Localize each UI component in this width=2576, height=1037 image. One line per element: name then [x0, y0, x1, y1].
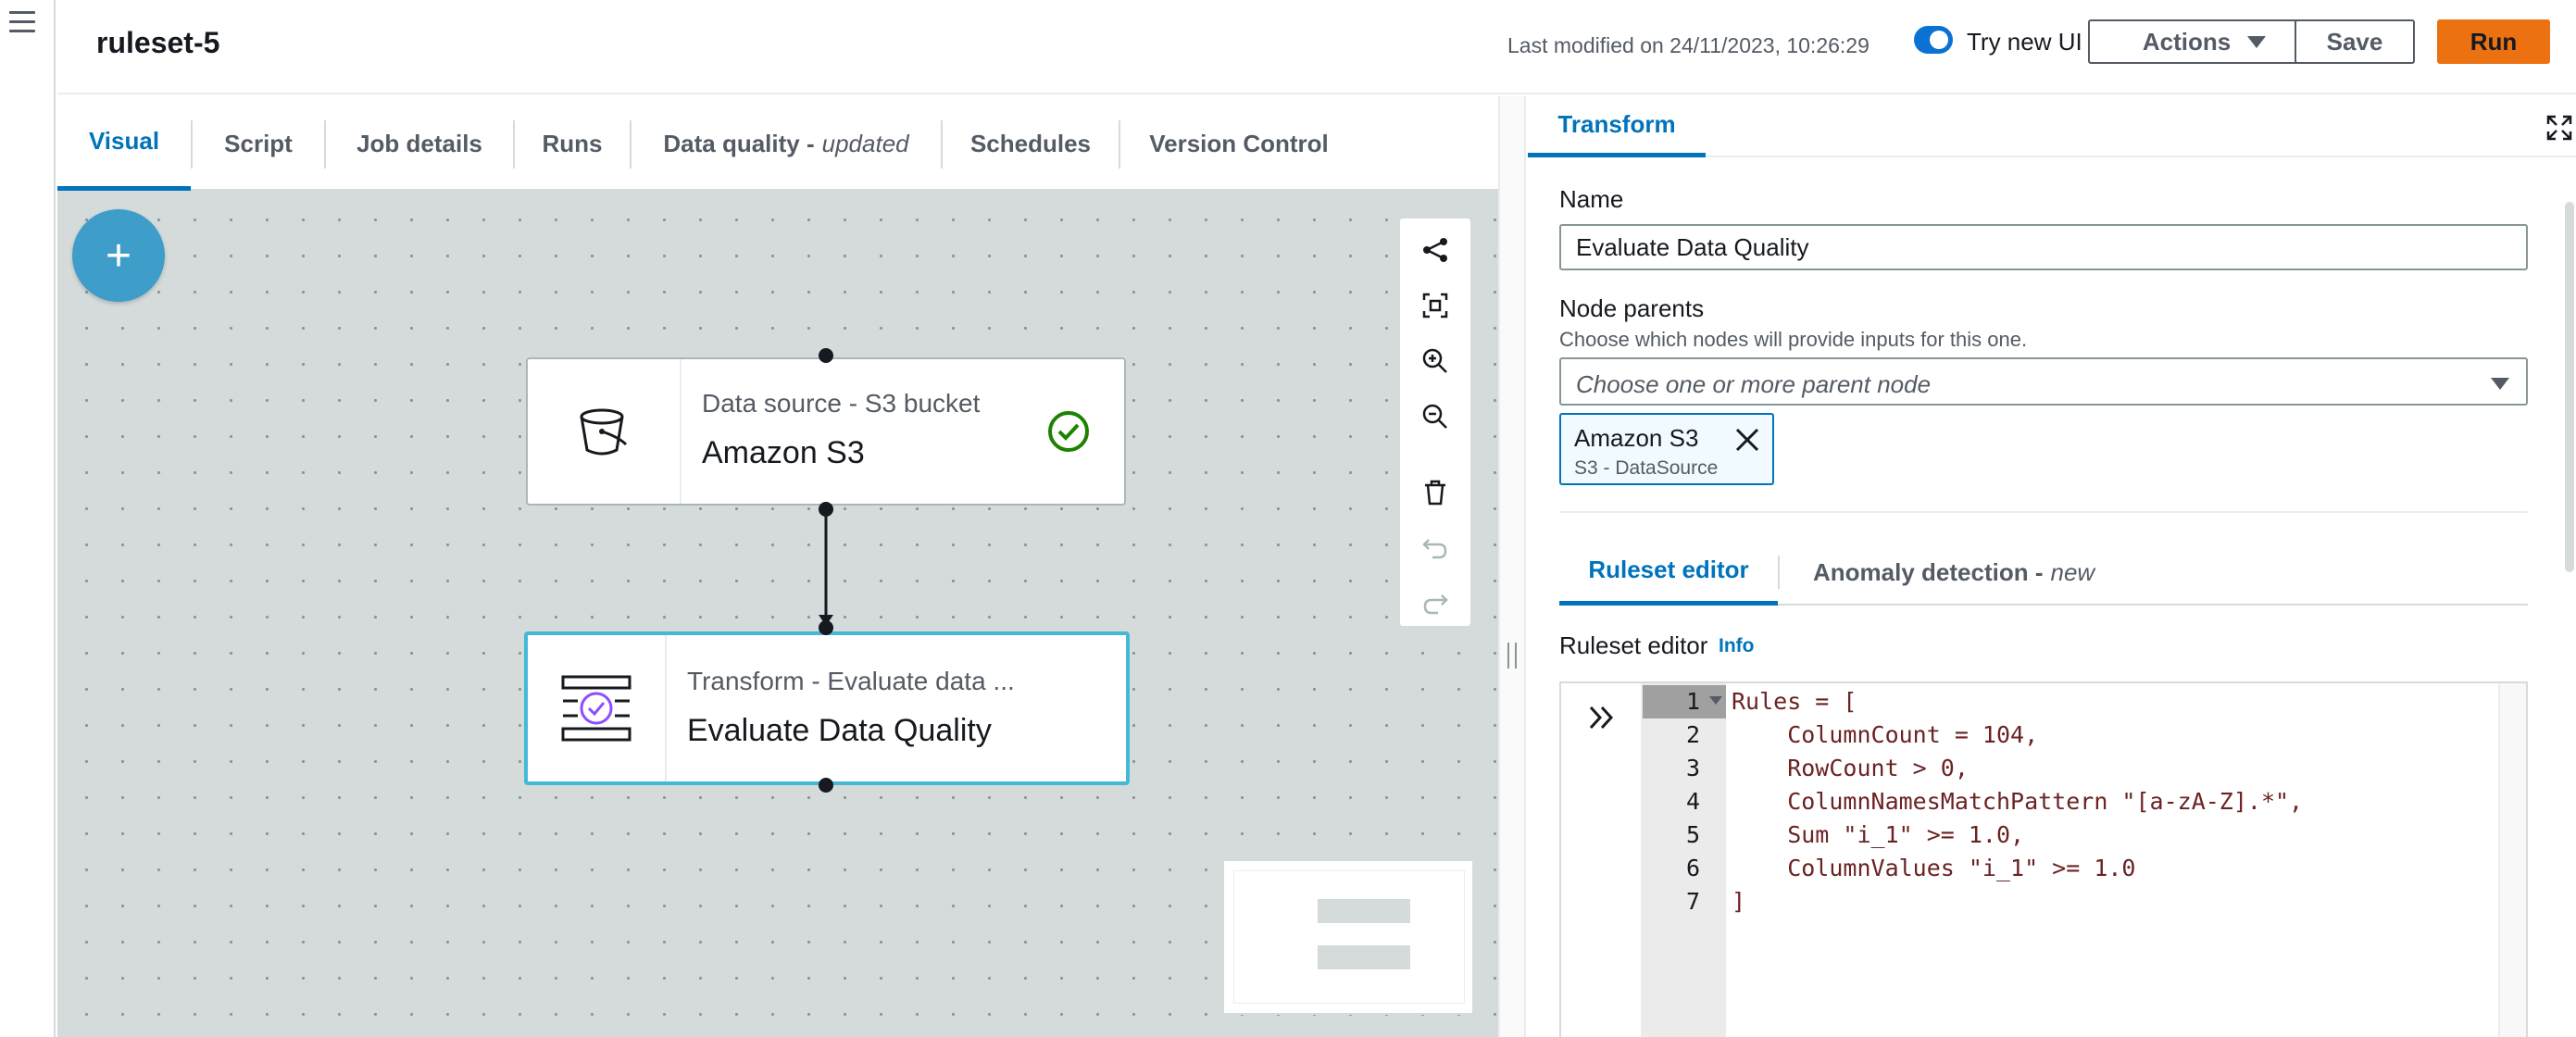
fit-view-icon[interactable] — [1417, 287, 1454, 324]
node-parents-description: Choose which nodes will provide inputs f… — [1559, 328, 2028, 351]
actions-button[interactable]: Actions — [2088, 19, 2320, 64]
caret-down-icon — [2247, 35, 2267, 48]
tab-version-control[interactable]: Version Control — [1120, 96, 1357, 191]
name-label: Name — [1559, 185, 1624, 213]
node-parents-label: Node parents — [1559, 294, 1705, 322]
zoom-in-icon[interactable] — [1417, 343, 1454, 380]
node-port-bottom[interactable] — [819, 778, 833, 793]
line-number: 7 — [1685, 888, 1700, 915]
check-circle-icon — [1048, 411, 1089, 452]
try-new-ui-label: Try new UI — [1967, 28, 2082, 56]
node-port-bottom[interactable] — [819, 502, 833, 517]
line-number-gutter: 1 2 3 4 5 6 7 — [1643, 683, 1726, 1037]
anomaly-tab-label: Anomaly detection - — [1813, 557, 2044, 586]
left-rail — [0, 0, 56, 1037]
node-data-source[interactable]: Data source - S3 bucket Amazon S3 — [526, 357, 1126, 506]
minimap-viewport — [1233, 870, 1465, 1004]
trash-icon[interactable] — [1417, 474, 1454, 511]
line-number: 2 — [1685, 721, 1700, 748]
tab-job-details[interactable]: Job details — [326, 96, 513, 191]
redo-icon[interactable] — [1417, 585, 1454, 622]
last-modified-text: Last modified on 24/11/2023, 10:26:29 — [1507, 33, 1869, 57]
bucket-icon — [580, 408, 628, 456]
tab-data-quality[interactable]: Data quality - updated — [631, 96, 941, 191]
code-line: Rules = [ — [1732, 688, 1857, 715]
node-icon-area — [528, 359, 682, 504]
tab-runs[interactable]: Runs — [515, 96, 630, 191]
line-number: 4 — [1685, 788, 1700, 815]
tab-ruleset-editor[interactable]: Ruleset editor — [1559, 539, 1778, 606]
tab-script[interactable]: Script — [193, 96, 324, 191]
parent-token: Amazon S3 S3 - DataSource — [1559, 413, 1774, 485]
node-port-top[interactable] — [819, 348, 833, 363]
canvas-minimap[interactable] — [1222, 859, 1474, 1015]
actions-label: Actions — [2142, 27, 2232, 56]
line-number: 3 — [1685, 755, 1700, 781]
name-input[interactable] — [1559, 224, 2528, 270]
expand-icon[interactable] — [2546, 115, 2572, 141]
node-properties-panel: Transform Name Node parents Choose which… — [1528, 96, 2576, 1037]
code-line: ColumnNamesMatchPattern "[a-zA-Z].*", — [1732, 788, 2304, 815]
tab-anomaly-detection[interactable]: Anomaly detection - new — [1813, 539, 2095, 606]
code-line: ColumnCount = 104, — [1732, 721, 2039, 748]
panel-splitter[interactable] — [1498, 96, 1526, 1037]
try-new-ui-toggle[interactable] — [1914, 26, 1953, 54]
tab-transform[interactable]: Transform — [1528, 96, 1706, 157]
caret-down-icon — [2491, 378, 2509, 390]
data-quality-icon — [561, 675, 631, 742]
ruleset-tabs: Ruleset editor Anomaly detection - new — [1559, 539, 2528, 606]
menu-icon[interactable] — [9, 11, 35, 35]
ruleset-editor-label: Ruleset editor — [1559, 631, 1708, 659]
anomaly-tab-suffix: new — [2050, 557, 2095, 586]
token-title: Amazon S3 — [1574, 424, 1699, 452]
minimap-node — [1318, 945, 1410, 969]
code-line: Sum "i_1" >= 1.0, — [1732, 821, 2025, 848]
node-type-label: Transform - Evaluate data ... — [687, 667, 1015, 695]
undo-icon[interactable] — [1417, 530, 1454, 567]
section-divider — [1559, 511, 2528, 513]
line-number: 5 — [1685, 821, 1700, 848]
fold-caret-icon[interactable] — [1709, 696, 1722, 705]
code-line: ] — [1732, 888, 1746, 915]
node-parents-select[interactable]: Choose one or more parent node — [1559, 357, 2528, 406]
code-line: RowCount > 0, — [1732, 755, 1969, 781]
token-subtitle: S3 - DataSource — [1574, 457, 1719, 479]
node-name-label: Amazon S3 — [702, 435, 865, 470]
node-name-label: Evaluate Data Quality — [687, 713, 992, 748]
editor-scrollbar[interactable] — [2498, 683, 2526, 1037]
job-tabs: Visual Script Job details Runs Data qual… — [57, 96, 1498, 191]
code-area[interactable]: Rules = [ ColumnCount = 104, RowCount > … — [1726, 683, 2487, 1037]
tab-data-quality-label: Data quality - — [663, 129, 815, 157]
editor-side-gutter — [1561, 683, 1643, 1037]
close-icon[interactable] — [1733, 426, 1761, 454]
run-button[interactable]: Run — [2437, 19, 2550, 64]
tab-separator — [1778, 556, 1780, 589]
minimap-node — [1318, 899, 1410, 923]
line-number: 6 — [1685, 855, 1700, 881]
node-evaluate-data-quality[interactable]: Transform - Evaluate data ... Evaluate D… — [524, 631, 1130, 785]
job-title: ruleset-5 — [96, 26, 220, 59]
visual-canvas[interactable]: + Data source - S3 bucket Amazon S3 Tran… — [57, 191, 1498, 1037]
tab-visual[interactable]: Visual — [57, 96, 191, 191]
layout-icon[interactable] — [1417, 231, 1454, 269]
chevron-double-right-icon[interactable] — [1585, 702, 1617, 733]
node-port-top[interactable] — [819, 620, 833, 635]
resize-handle[interactable] — [1507, 643, 1517, 668]
tab-data-quality-suffix: updated — [821, 129, 909, 157]
toggle-knob — [1930, 31, 1948, 49]
tab-schedules[interactable]: Schedules — [943, 96, 1119, 191]
node-parents-placeholder: Choose one or more parent node — [1576, 370, 1932, 398]
panel-scrollbar[interactable] — [2565, 202, 2574, 572]
job-header: ruleset-5 Last modified on 24/11/2023, 1… — [57, 0, 2576, 94]
info-link[interactable]: Info — [1719, 635, 1754, 657]
canvas-toolbar — [1400, 219, 1470, 626]
code-line: ColumnValues "i_1" >= 1.0 — [1732, 855, 2136, 881]
panel-tabs: Transform — [1528, 96, 2576, 157]
save-button[interactable]: Save — [2295, 19, 2415, 64]
ruleset-code-editor[interactable]: 1 2 3 4 5 6 7 Rules = [ ColumnCount = 10… — [1559, 681, 2528, 1037]
node-type-label: Data source - S3 bucket — [702, 389, 981, 418]
node-icon-area — [528, 635, 667, 781]
zoom-out-icon[interactable] — [1417, 398, 1454, 435]
